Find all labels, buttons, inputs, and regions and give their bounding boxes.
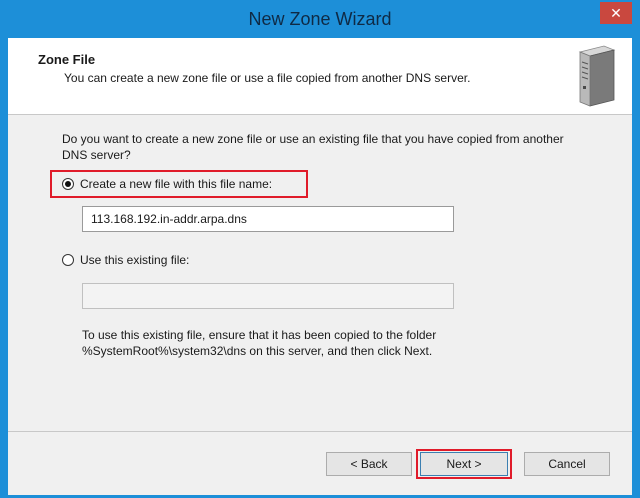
new-file-name-input[interactable]: 113.168.192.in-addr.arpa.dns — [82, 206, 454, 232]
cancel-button[interactable]: Cancel — [524, 452, 610, 476]
radio-new-file-button[interactable] — [62, 178, 74, 190]
existing-file-note: To use this existing file, ensure that i… — [82, 328, 437, 358]
window-title: New Zone Wizard — [248, 9, 392, 29]
existing-file-input — [82, 283, 454, 309]
radio-existing-file-label[interactable]: Use this existing file: — [80, 253, 189, 267]
close-icon: ✕ — [610, 5, 622, 21]
new-zone-wizard-window: New Zone Wizard ✕ Zone File You can crea… — [0, 0, 640, 498]
close-button[interactable]: ✕ — [600, 2, 632, 24]
radio-option-existing-file[interactable]: Use this existing file: — [62, 253, 189, 267]
next-button[interactable]: Next > — [420, 452, 508, 476]
wizard-footer: < Back Next > Cancel — [8, 431, 632, 495]
window-frame-right — [632, 38, 640, 498]
radio-existing-file-button[interactable] — [62, 254, 74, 266]
question-text: Do you want to create a new zone file or… — [62, 132, 564, 162]
radio-option-new-file[interactable]: Create a new file with this file name: — [62, 177, 272, 191]
page-title: Zone File — [38, 52, 96, 67]
radio-new-file-label[interactable]: Create a new file with this file name: — [80, 177, 272, 191]
wizard-content: Do you want to create a new zone file or… — [8, 115, 632, 431]
window-frame-left — [0, 38, 8, 498]
page-subtitle: You can create a new zone file or use a … — [64, 71, 471, 85]
wizard-header: Zone File You can create a new zone file… — [8, 38, 632, 115]
back-button[interactable]: < Back — [326, 452, 412, 476]
server-icon — [578, 45, 616, 107]
